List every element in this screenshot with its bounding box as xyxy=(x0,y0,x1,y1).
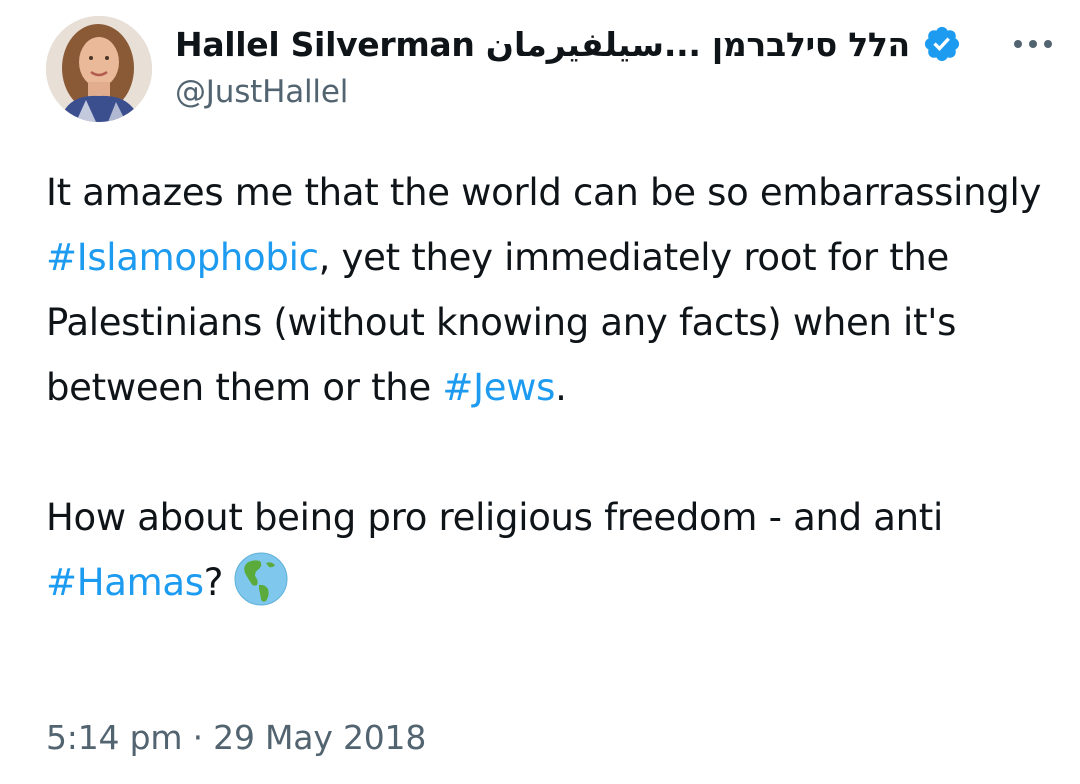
name-row: Hallel Silverman הלל סילברמן ...سيلفيرما… xyxy=(175,18,1055,70)
text-segment: ? xyxy=(203,561,224,604)
tweet: Hallel Silverman הלל סילברמן ...سيلفيرما… xyxy=(0,0,1080,784)
text-segment: How about being pro religious freedom - … xyxy=(46,496,943,539)
user-handle[interactable]: @JustHallel xyxy=(175,74,1055,110)
hashtag-link[interactable]: #Hamas xyxy=(46,561,204,604)
tweet-text: It amazes me that the world can be so em… xyxy=(46,160,1056,615)
tweet-paragraph-2: How about being pro religious freedom - … xyxy=(46,485,1056,615)
verified-badge-icon xyxy=(924,26,960,62)
more-horizontal-icon[interactable] xyxy=(1011,34,1055,54)
hashtag-link[interactable]: #Jews xyxy=(442,366,555,409)
text-segment: . xyxy=(555,366,567,409)
avatar[interactable] xyxy=(46,16,152,122)
globe-americas-icon xyxy=(234,552,288,606)
text-segment: It amazes me that the world can be so em… xyxy=(46,171,1042,214)
tweet-timestamp[interactable]: 5:14 pm · 29 May 2018 xyxy=(46,718,426,757)
display-name[interactable]: Hallel Silverman הלל סילברמן ...سيلفيرما… xyxy=(175,25,910,64)
tweet-header: Hallel Silverman הלל סילברמן ...سيلفيرما… xyxy=(175,18,1055,110)
tweet-paragraph-1: It amazes me that the world can be so em… xyxy=(46,160,1056,420)
hashtag-link[interactable]: #Islamophobic xyxy=(46,236,319,279)
